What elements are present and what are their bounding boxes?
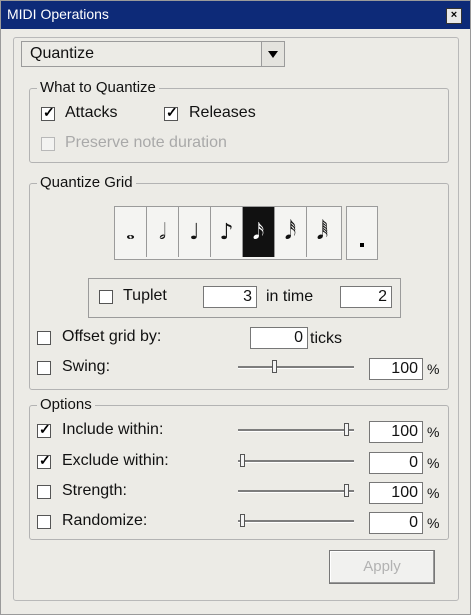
sixteenth-note-icon[interactable]: 𝅘𝅥𝅯 (243, 207, 275, 257)
chevron-down-icon[interactable] (261, 42, 284, 66)
releases-label: Releases (189, 104, 256, 121)
window-title: MIDI Operations (7, 6, 109, 22)
attacks-label: Attacks (65, 104, 118, 121)
tuplet-checkbox[interactable] (99, 290, 113, 304)
quarter-note-icon[interactable]: ♩ (179, 207, 211, 257)
whole-note-icon[interactable]: 𝅝 (115, 207, 147, 257)
randomize-label: Randomize: (62, 512, 148, 529)
swing-slider[interactable] (238, 366, 354, 369)
swing-checkbox[interactable] (37, 361, 51, 375)
randomize-slider-thumb[interactable] (240, 514, 246, 527)
strength-checkbox[interactable] (37, 485, 51, 499)
include-within-checkbox[interactable] (37, 421, 51, 438)
strength-label: Strength: (62, 482, 127, 499)
include-within-slider-thumb[interactable] (344, 423, 350, 436)
quantize-grid-legend: Quantize Grid (37, 174, 136, 191)
randomize-slider[interactable] (238, 520, 354, 523)
swing-slider-thumb[interactable] (271, 360, 277, 373)
dotted-note-icon[interactable] (346, 206, 378, 260)
exclude-within-slider[interactable] (238, 460, 354, 463)
offset-ticks-input[interactable]: 0 (250, 327, 308, 349)
preserve-note-duration-label: Preserve note duration (65, 134, 227, 151)
operation-selected: Quantize (30, 45, 95, 62)
in-time-label: in time (266, 288, 314, 305)
swing-value-input[interactable]: 100 (369, 358, 423, 380)
include-within-input[interactable]: 100 (369, 421, 423, 443)
options-legend: Options (37, 396, 95, 413)
exclude-within-percent: % (427, 455, 440, 471)
strength-slider[interactable] (238, 490, 354, 493)
include-within-label: Include within: (62, 421, 164, 438)
offset-grid-checkbox[interactable] (37, 331, 51, 345)
eighth-note-icon[interactable]: ♪ (211, 207, 243, 257)
title-bar[interactable]: MIDI Operations × (1, 1, 470, 29)
strength-percent: % (427, 485, 440, 501)
exclude-within-checkbox[interactable] (37, 452, 51, 469)
offset-grid-label: Offset grid by: (62, 328, 162, 345)
randomize-percent: % (427, 515, 440, 531)
half-note-icon[interactable]: 𝅗𝅥 (147, 207, 179, 257)
exclude-within-input[interactable]: 0 (369, 452, 423, 474)
include-within-slider[interactable] (238, 429, 354, 432)
operation-dropdown[interactable]: Quantize (21, 41, 285, 67)
tuplet-count-input[interactable]: 3 (203, 286, 257, 308)
randomize-checkbox[interactable] (37, 515, 51, 529)
swing-percent-label: % (427, 361, 440, 377)
ticks-unit-label: ticks (310, 330, 342, 347)
strength-input[interactable]: 100 (369, 482, 423, 504)
attacks-checkbox[interactable] (41, 104, 55, 121)
tuplet-in-time-input[interactable]: 2 (340, 286, 392, 308)
note-value-selector: 𝅝 𝅗𝅥 ♩ ♪ 𝅘𝅥𝅯 𝅘𝅥𝅰 𝅘𝅥𝅱 (114, 206, 342, 260)
strength-slider-thumb[interactable] (344, 484, 350, 497)
randomize-input[interactable]: 0 (369, 512, 423, 534)
midi-operations-window: MIDI Operations × Quantize What to Quant… (0, 0, 471, 615)
what-to-quantize-legend: What to Quantize (37, 79, 159, 96)
include-within-percent: % (427, 424, 440, 440)
swing-label: Swing: (62, 358, 111, 375)
thirty-second-note-icon[interactable]: 𝅘𝅥𝅰 (275, 207, 307, 257)
exclude-within-label: Exclude within: (62, 452, 169, 469)
releases-checkbox[interactable] (164, 104, 178, 121)
sixty-fourth-note-icon[interactable]: 𝅘𝅥𝅱 (307, 207, 338, 257)
exclude-within-slider-thumb[interactable] (240, 454, 246, 467)
apply-button[interactable]: Apply (329, 550, 435, 584)
close-icon[interactable]: × (446, 8, 462, 24)
preserve-note-duration-checkbox[interactable] (41, 137, 55, 151)
tuplet-label: Tuplet (123, 287, 167, 304)
